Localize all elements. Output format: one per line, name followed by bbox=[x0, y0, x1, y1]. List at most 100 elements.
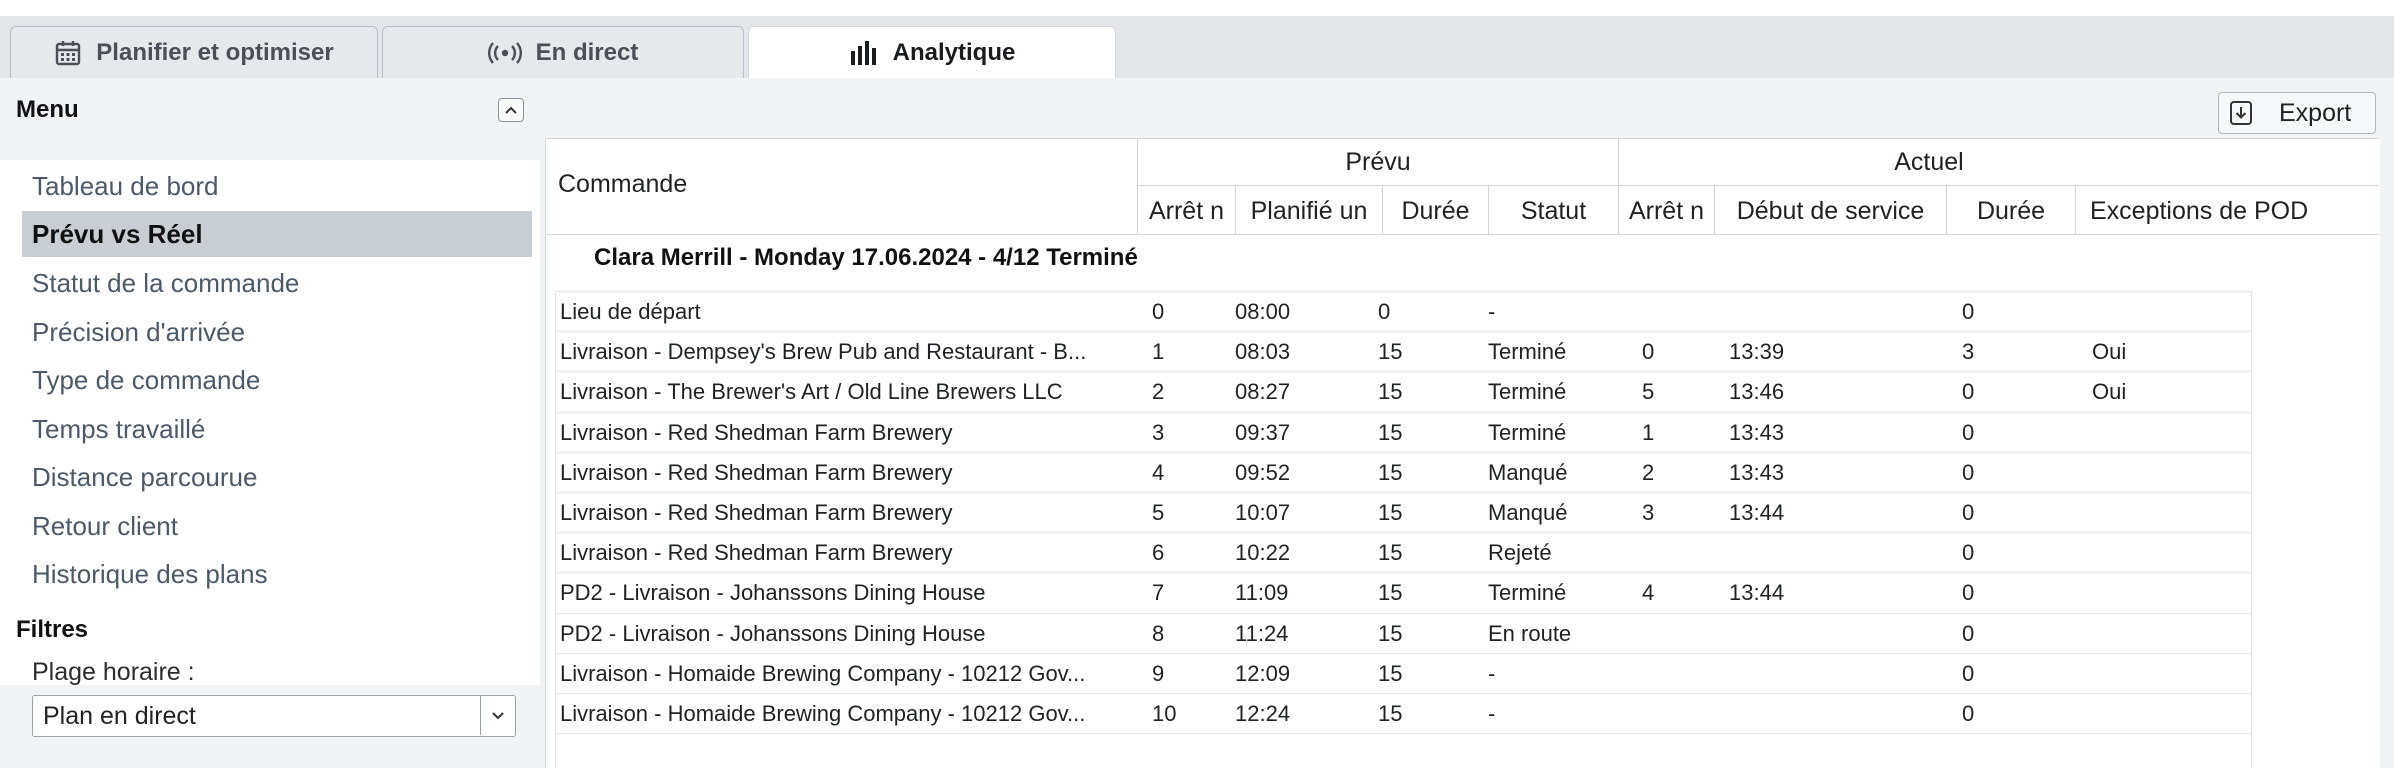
cell-arret-actuel bbox=[1642, 694, 1702, 734]
menu-item-prevu-vs-reel[interactable]: Prévu vs Réel bbox=[22, 211, 532, 257]
menu-item-temps-travaille[interactable]: Temps travaillé bbox=[22, 406, 532, 452]
bar-chart-icon bbox=[849, 39, 879, 67]
sidebar: Menu Tableau de bord Prévu vs Réel Statu… bbox=[0, 78, 540, 768]
cell-arret-prevu: 1 bbox=[1152, 339, 1165, 365]
cell-arret-actuel: 1 bbox=[1642, 419, 1655, 445]
cell-duree-actuel: 0 bbox=[1962, 419, 1975, 445]
cell-debut-service: 13:43 bbox=[1729, 459, 1785, 485]
table-row[interactable]: Livraison - Homaide Brewing Company - 10… bbox=[555, 694, 2252, 735]
cell-planifie: 12:09 bbox=[1235, 660, 1291, 686]
cell-duree-prevu: 15 bbox=[1378, 339, 1403, 365]
header-exceptions-pod[interactable]: Exceptions de POD bbox=[2090, 197, 2308, 226]
cell-planifie: 09:37 bbox=[1235, 419, 1291, 445]
cell-duree-actuel: 0 bbox=[1962, 459, 1975, 485]
export-button[interactable]: Export bbox=[2218, 92, 2376, 134]
header-sub-divider bbox=[1137, 185, 2379, 186]
header-arret-actuel[interactable]: Arrêt n bbox=[1619, 197, 1714, 226]
menu-item-statut-commande[interactable]: Statut de la commande bbox=[22, 260, 532, 306]
cell-commande: PD2 - Livraison - Johanssons Dining Hous… bbox=[560, 620, 986, 646]
cell-exceptions-pod bbox=[2092, 453, 2232, 493]
tab-label: Analytique bbox=[892, 39, 1016, 66]
cell-debut-service: 13:44 bbox=[1729, 500, 1785, 525]
table-row[interactable]: Livraison - Red Shedman Farm Brewery 4 09:… bbox=[555, 453, 2252, 493]
menu-item-precision-arrivee[interactable]: Précision d'arrivée bbox=[22, 309, 532, 355]
table-row[interactable]: PD2 - Livraison - Johanssons Dining Hous… bbox=[555, 573, 2252, 614]
cell-duree-actuel: 0 bbox=[1962, 500, 1975, 525]
table-row[interactable]: PD2 - Livraison - Johanssons Dining Hous… bbox=[555, 614, 2252, 654]
cell-commande: Livraison - The Brewer's Art / Old Line … bbox=[560, 379, 1063, 405]
cell-exceptions-pod: Oui bbox=[2092, 379, 2127, 405]
cell-exceptions-pod: Oui bbox=[2092, 339, 2127, 365]
cell-duree-prevu: 0 bbox=[1378, 299, 1391, 324]
cell-commande: Livraison - Red Shedman Farm Brewery bbox=[560, 459, 953, 485]
cell-arret-prevu: 3 bbox=[1152, 419, 1165, 445]
cell-duree-actuel: 3 bbox=[1962, 339, 1975, 365]
header-duree-actuel[interactable]: Durée bbox=[1947, 197, 2075, 226]
header-duree-prevu[interactable]: Durée bbox=[1383, 197, 1488, 226]
cell-duree-actuel: 0 bbox=[1962, 379, 1975, 405]
cell-arret-actuel: 3 bbox=[1642, 500, 1655, 525]
table-row[interactable]: Livraison - Red Shedman Farm Brewery 3 09:… bbox=[555, 413, 2252, 453]
group-row-title[interactable]: Clara Merrill - Monday 17.06.2024 - 4/12… bbox=[594, 244, 1138, 272]
calendar-icon bbox=[54, 39, 82, 67]
cell-arret-actuel: 2 bbox=[1642, 459, 1655, 485]
header-commande[interactable]: Commande bbox=[558, 170, 687, 199]
cell-duree-actuel: 0 bbox=[1962, 701, 1975, 726]
plage-horaire-select[interactable]: Plan en direct bbox=[32, 695, 516, 737]
chevron-up-icon bbox=[505, 106, 517, 114]
table-row[interactable]: Livraison - The Brewer's Art / Old Line … bbox=[555, 372, 2252, 413]
broadcast-icon bbox=[487, 41, 522, 65]
cell-exceptions-pod bbox=[2092, 694, 2232, 734]
menu-item-type-commande[interactable]: Type de commande bbox=[22, 357, 532, 403]
top-strip bbox=[0, 0, 2394, 16]
cell-exceptions-pod bbox=[2092, 413, 2232, 453]
menu-item-historique-plans[interactable]: Historique des plans bbox=[22, 551, 532, 597]
table-row[interactable]: Lieu de départ 0 08:00 0 - 0 bbox=[555, 292, 2252, 333]
tab-bar: Planifier et optimiser En direct Analyti… bbox=[0, 16, 2394, 79]
menu-item-tableau-de-bord[interactable]: Tableau de bord bbox=[22, 163, 532, 209]
tab-analytique[interactable]: Analytique bbox=[748, 26, 1116, 79]
cell-commande: PD2 - Livraison - Johanssons Dining Hous… bbox=[560, 580, 986, 606]
cell-arret-actuel bbox=[1642, 292, 1702, 332]
cell-duree-prevu: 15 bbox=[1378, 419, 1403, 445]
cell-arret-prevu: 9 bbox=[1152, 660, 1165, 686]
cell-statut: Terminé bbox=[1488, 580, 1567, 606]
cell-statut: Rejeté bbox=[1488, 540, 1552, 566]
header-debut-service[interactable]: Début de service bbox=[1715, 197, 1946, 226]
download-icon bbox=[2229, 100, 2253, 126]
filters-title: Filtres bbox=[16, 616, 89, 643]
cell-duree-actuel: 0 bbox=[1962, 660, 1975, 686]
cell-planifie: 08:27 bbox=[1235, 379, 1291, 405]
menu-panel: Tableau de bord Prévu vs Réel Statut de … bbox=[0, 160, 540, 685]
cell-arret-prevu: 5 bbox=[1152, 500, 1165, 525]
cell-debut-service bbox=[1729, 654, 1879, 694]
cell-statut: - bbox=[1488, 299, 1496, 324]
cell-planifie: 08:03 bbox=[1235, 339, 1291, 365]
collapse-menu-button[interactable] bbox=[498, 98, 524, 122]
cell-duree-prevu: 15 bbox=[1378, 540, 1403, 566]
cell-debut-service bbox=[1729, 694, 1879, 734]
cell-exceptions-pod bbox=[2092, 573, 2232, 613]
cell-statut: - bbox=[1488, 701, 1496, 726]
menu-item-retour-client[interactable]: Retour client bbox=[22, 503, 532, 549]
cell-planifie: 10:07 bbox=[1235, 500, 1291, 525]
cell-planifie: 10:22 bbox=[1235, 540, 1291, 566]
table-row[interactable]: Livraison - Homaide Brewing Company - 10… bbox=[555, 654, 2252, 694]
cell-statut: Manqué bbox=[1488, 500, 1568, 525]
cell-planifie: 11:24 bbox=[1235, 620, 1289, 646]
menu-item-distance-parcourue[interactable]: Distance parcourue bbox=[22, 454, 532, 500]
tab-planifier[interactable]: Planifier et optimiser bbox=[10, 26, 378, 78]
table-row[interactable]: Livraison - Red Shedman Farm Brewery 6 10:… bbox=[555, 533, 2252, 574]
tab-en-direct[interactable]: En direct bbox=[382, 26, 744, 78]
header-planifie[interactable]: Planifié un bbox=[1236, 197, 1382, 226]
cell-arret-prevu: 7 bbox=[1152, 580, 1165, 606]
cell-arret-prevu: 0 bbox=[1152, 299, 1165, 324]
tab-label: En direct bbox=[535, 38, 639, 66]
header-arret-prevu[interactable]: Arrêt n bbox=[1138, 197, 1235, 226]
table-row[interactable]: Livraison - Dempsey's Brew Pub and Resta… bbox=[555, 332, 2252, 373]
cell-statut: Terminé bbox=[1488, 339, 1567, 365]
header-statut[interactable]: Statut bbox=[1489, 197, 1618, 226]
cell-arret-actuel bbox=[1642, 614, 1702, 654]
table-row[interactable]: Livraison - Red Shedman Farm Brewery 5 10:… bbox=[555, 493, 2252, 534]
cell-debut-service: 13:39 bbox=[1729, 339, 1785, 365]
